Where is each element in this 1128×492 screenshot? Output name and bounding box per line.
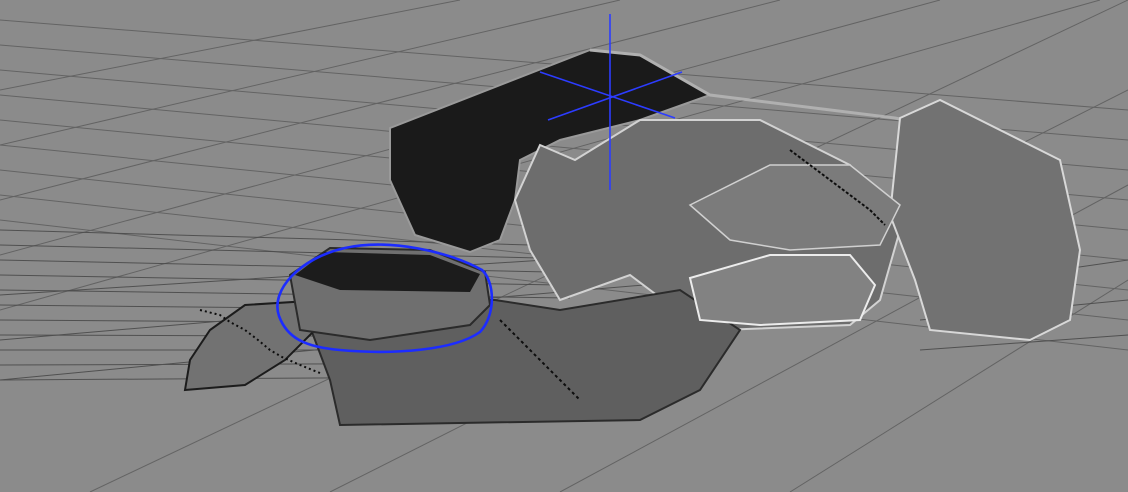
3d-viewport[interactable]: ellipse axis-gizmo-icon — [0, 0, 1128, 492]
scene-canvas — [0, 0, 1128, 492]
rear-frame — [888, 98, 1082, 342]
vehicle-model[interactable] — [183, 48, 1082, 427]
